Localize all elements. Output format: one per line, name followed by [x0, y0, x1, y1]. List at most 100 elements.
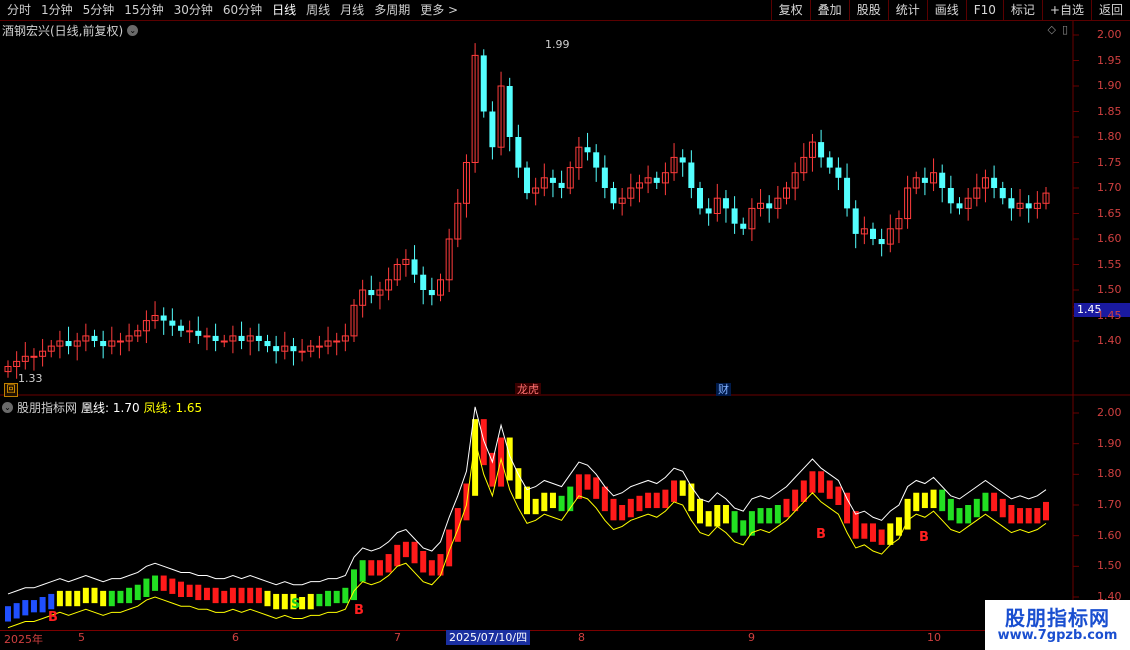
indicator-bar — [212, 587, 219, 604]
toolbar-button-5[interactable]: F10 — [965, 0, 1003, 20]
indicator-bar — [281, 593, 288, 610]
indicator-bar — [316, 593, 323, 607]
toolbar-button-3[interactable]: 统计 — [887, 0, 927, 20]
toolbar-button-0[interactable]: 复权 — [770, 0, 810, 20]
candle-body — [731, 208, 738, 224]
date-label-jul: 7 — [394, 631, 401, 644]
sell-signal: S — [291, 597, 301, 612]
indicator-bar — [22, 600, 29, 616]
indicator-bar — [1034, 508, 1041, 524]
y-tick-main: 1.85 — [1097, 104, 1122, 118]
chevron-down-icon[interactable]: ⌄ — [2, 402, 13, 413]
indicator-bar — [273, 593, 280, 610]
y-tick-indicator: 1.90 — [1097, 436, 1122, 450]
toolbar-button-7[interactable]: +自选 — [1041, 0, 1091, 20]
kline-chart[interactable] — [0, 21, 1130, 631]
y-tick-indicator: 1.60 — [1097, 528, 1122, 542]
indicator-bar — [229, 587, 236, 604]
toolbar-button-4[interactable]: 画线 — [926, 0, 966, 20]
indicator-bar — [593, 477, 600, 499]
candle-body — [195, 330, 202, 336]
tab-period-2[interactable]: 5分钟 — [78, 0, 120, 20]
diamond-icon[interactable]: ◇ — [1047, 23, 1055, 36]
tab-period-4[interactable]: 30分钟 — [169, 0, 218, 20]
date-label-oct: 10 — [927, 631, 941, 644]
indicator-bar — [887, 523, 894, 545]
y-tick-main: 1.95 — [1097, 53, 1122, 67]
huang-line-value: 凰线: 1.70 — [81, 401, 140, 415]
tab-period-5[interactable]: 60分钟 — [218, 0, 267, 20]
indicator-bar — [792, 489, 799, 512]
indicator-bar — [1043, 501, 1049, 521]
indicator-bar — [818, 471, 825, 493]
indicator-bar — [679, 480, 686, 496]
candle-body — [91, 335, 98, 341]
high-price-value: 1.99 — [545, 38, 570, 51]
tab-period-8[interactable]: 月线 — [335, 0, 369, 20]
indicator-bar — [100, 590, 107, 607]
indicator-bar — [91, 587, 98, 604]
tab-period-10[interactable]: 更多 > — [415, 0, 463, 20]
indicator-bar — [1008, 505, 1015, 524]
tab-period-1[interactable]: 1分钟 — [36, 0, 78, 20]
candle-body — [956, 203, 963, 209]
toolbar-button-1[interactable]: 叠加 — [809, 0, 849, 20]
main-panel-title: 酒钢宏兴(日线,前复权) ⌄ — [2, 22, 139, 39]
indicator-bar — [394, 544, 401, 567]
tab-period-0[interactable]: 分时 — [2, 0, 36, 20]
y-tick-main: 1.65 — [1097, 206, 1122, 220]
indicator-bar — [143, 578, 150, 597]
indicator-bar — [169, 578, 176, 594]
y-tick-indicator: 1.70 — [1097, 498, 1122, 511]
y-tick-main: 1.90 — [1097, 79, 1122, 92]
candle-body — [515, 137, 522, 168]
toolbar-button-6[interactable]: 标记 — [1002, 0, 1042, 20]
indicator-bar — [627, 498, 634, 518]
panel-toggle-icon[interactable]: ▯ — [1062, 23, 1068, 36]
indicator-bar — [852, 511, 859, 539]
toolbar-button-2[interactable]: 股股 — [848, 0, 888, 20]
toolbar-button-8[interactable]: 返回 — [1090, 0, 1130, 20]
date-label-may: 5 — [78, 631, 85, 644]
candle-body — [480, 55, 487, 112]
date-label-year: 2025年 — [4, 633, 43, 646]
tab-period-6[interactable]: 日线 — [267, 0, 301, 20]
watermark-name: 股朋指标网 — [1005, 606, 1110, 630]
candle-body — [991, 177, 998, 188]
y-tick-main: 2.00 — [1097, 28, 1122, 41]
indicator-bar — [411, 541, 418, 564]
candle-body — [524, 167, 530, 194]
indicator-bar — [653, 492, 660, 509]
indicator-bar — [437, 554, 444, 576]
indicator-bar — [705, 511, 712, 527]
tab-period-3[interactable]: 15分钟 — [119, 0, 168, 20]
candle-body — [584, 147, 591, 153]
buy-signal: B — [816, 527, 826, 542]
tab-period-9[interactable]: 多周期 — [369, 0, 415, 20]
indicator-bar — [56, 590, 63, 607]
indicator-bar — [541, 492, 548, 512]
indicator-bar — [800, 480, 807, 502]
indicator-bar — [385, 554, 392, 573]
candle-body — [116, 340, 124, 343]
chevron-down-icon[interactable]: ⌄ — [127, 25, 139, 36]
tab-period-7[interactable]: 周线 — [301, 0, 335, 20]
indicator-bar — [515, 468, 522, 499]
candle-body — [1008, 198, 1015, 209]
candle-body — [601, 167, 608, 188]
indicator-bar — [39, 597, 46, 613]
candle-body — [178, 325, 184, 331]
selected-date[interactable]: 2025/07/10/四 — [446, 630, 531, 645]
indicator-bar — [342, 587, 349, 604]
period-tabs: 分时 1分钟 5分钟 15分钟 30分钟 60分钟 日线 周线 月线 多周期 更多 > — [2, 0, 463, 20]
hui-icon[interactable]: 回 — [4, 383, 18, 397]
indicator-bar — [575, 474, 582, 499]
candle-body — [411, 259, 418, 275]
event-tag-longhu[interactable]: 龙虎 — [515, 383, 541, 396]
candle-body — [315, 345, 323, 348]
indicator-bar — [783, 498, 790, 518]
y-tick-indicator: 1.80 — [1097, 467, 1122, 481]
candle-body — [212, 335, 219, 341]
event-tag-cai[interactable]: 财 — [716, 383, 731, 396]
indicator-bar — [1025, 508, 1032, 524]
